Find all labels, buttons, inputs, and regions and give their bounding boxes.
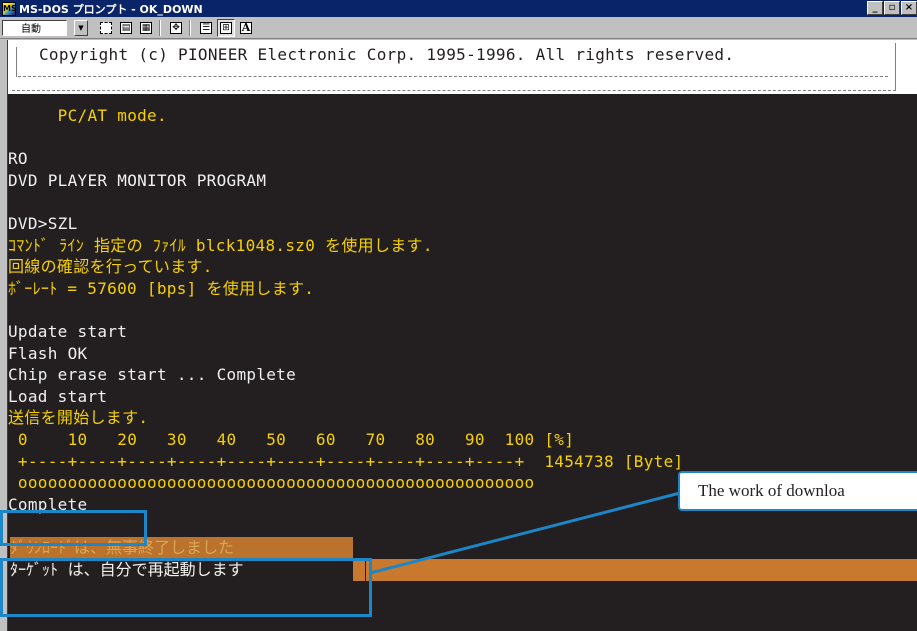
complete-highlight-box	[0, 510, 147, 546]
callout-box: The work of downloa	[678, 471, 917, 511]
download-highlight-box	[0, 558, 372, 617]
msdos-prompt-window: MS MS-DOS プロンプト - OK_DOWN _ ▫ × 自動 ▼ ▤ ▦…	[0, 0, 917, 631]
callout-line	[369, 491, 681, 575]
